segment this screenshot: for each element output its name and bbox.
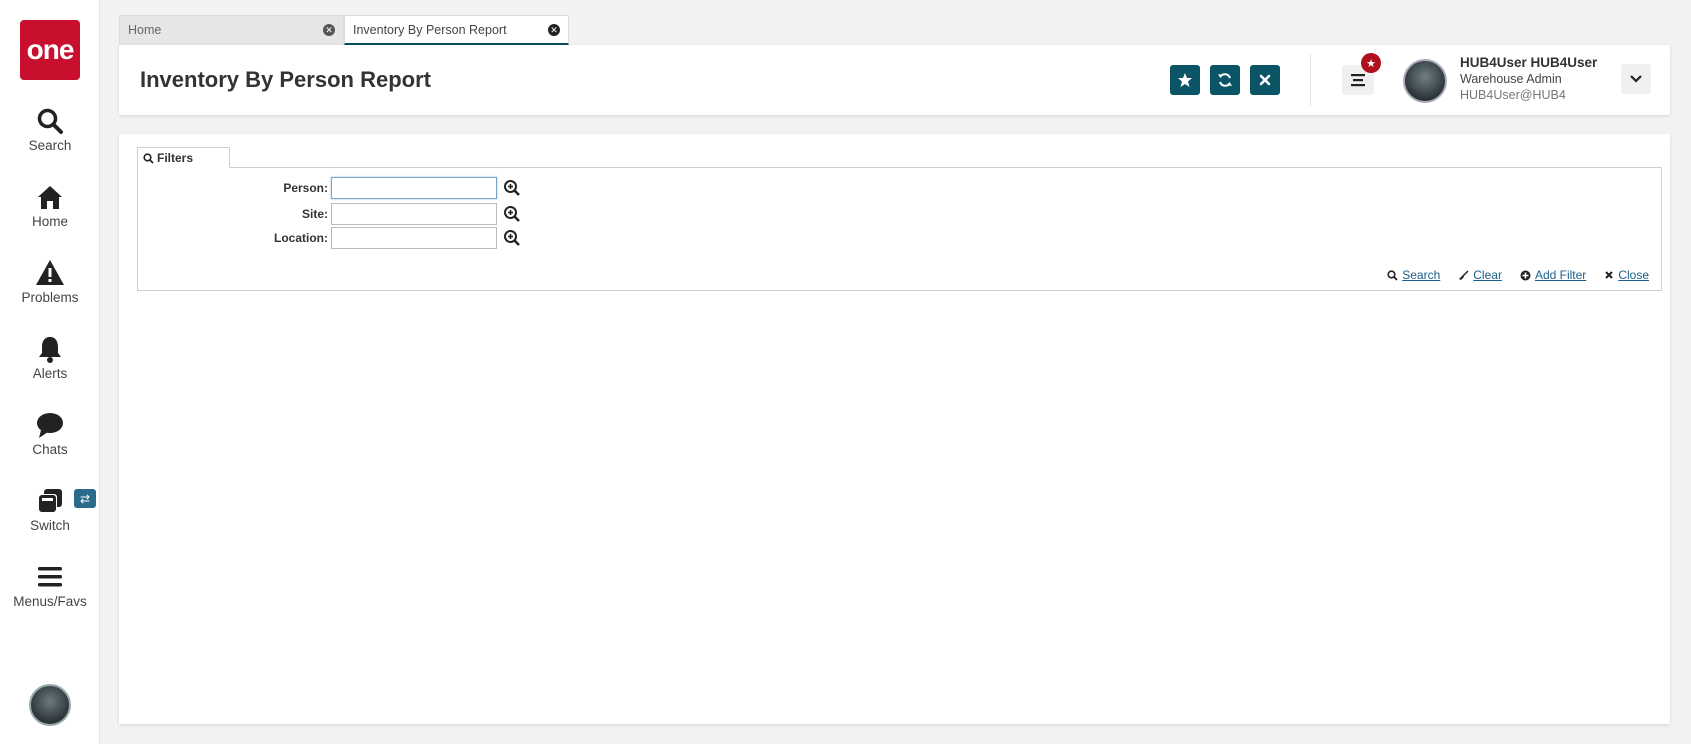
nav-label-search: Search [28, 138, 72, 153]
person-label: Person: [283, 181, 328, 195]
page-title: Inventory By Person Report [140, 67, 431, 92]
nav-label-menus-favs: Menus/Favs [13, 594, 87, 609]
location-input[interactable] [331, 227, 497, 249]
chat-icon [37, 413, 63, 438]
nav-label-home: Home [31, 214, 68, 229]
nav-label-chats: Chats [32, 442, 68, 457]
main-panel: Filters Person: Site: Location: Search C… [119, 134, 1670, 724]
nav-item-chats[interactable]: Chats [0, 410, 100, 472]
home-icon [38, 186, 62, 209]
filter-row-site: Site: [138, 203, 538, 227]
location-label: Location: [274, 231, 328, 245]
filters-panel: Person: Site: Location: Search Clear Add… [137, 167, 1662, 291]
favorites-badge-icon[interactable]: ★ [1361, 53, 1381, 73]
filter-row-location: Location: [138, 227, 538, 251]
refresh-button[interactable] [1210, 65, 1240, 95]
filter-close-link[interactable]: Close [1604, 268, 1649, 282]
filters-tab-label: Filters [157, 151, 194, 165]
app-logo[interactable]: one [20, 20, 80, 80]
search-icon [143, 153, 154, 164]
close-page-button[interactable] [1250, 65, 1280, 95]
nav-label-switch: Switch [30, 518, 70, 533]
close-tab-icon[interactable]: ✕ [323, 24, 335, 36]
nav-label-alerts: Alerts [32, 366, 68, 381]
zoom-in-lookup-icon[interactable] [503, 229, 521, 247]
filter-clear-link[interactable]: Clear [1458, 268, 1502, 282]
filter-row-person: Person: [138, 177, 538, 201]
tab-home-label: Home [128, 23, 162, 37]
close-icon [1605, 271, 1614, 279]
nav-item-alerts[interactable]: Alerts [0, 334, 100, 396]
warning-icon [36, 260, 64, 285]
filter-add-filter-label: Add Filter [1534, 268, 1587, 282]
person-input[interactable] [331, 177, 497, 199]
broom-icon [1459, 270, 1469, 280]
nav-label-problems: Problems [21, 290, 79, 305]
filter-close-label: Close [1618, 268, 1649, 282]
filter-actions: Search Clear Add Filter Close [1387, 268, 1649, 282]
nav-item-menus-favs[interactable]: Menus/Favs [0, 562, 100, 624]
user-role: Warehouse Admin [1460, 72, 1562, 86]
user-name: HUB4User HUB4User [1460, 55, 1598, 70]
site-label: Site: [301, 207, 328, 221]
list-icon [1351, 74, 1365, 87]
filter-add-filter-link[interactable]: Add Filter [1520, 268, 1586, 282]
left-nav: one Search Home Problems Alerts Chats Sw… [0, 0, 100, 744]
plus-circle-icon [1520, 270, 1531, 280]
filter-search-link[interactable]: Search [1387, 268, 1440, 282]
page-header: Inventory By Person Report ★ HUB4User HU… [119, 45, 1670, 115]
user-email: HUB4User@HUB4 [1460, 88, 1566, 102]
filter-clear-label: Clear [1473, 268, 1502, 282]
header-divider [1310, 54, 1311, 106]
filters-tab[interactable]: Filters [137, 147, 230, 168]
nav-item-search[interactable]: Search [0, 106, 100, 168]
refresh-icon [1218, 73, 1232, 87]
switch-arrows-icon[interactable]: ⇄ [74, 489, 96, 508]
tab-home[interactable]: Home ✕ [119, 15, 344, 45]
nav-item-home[interactable]: Home [0, 182, 100, 244]
search-icon [1387, 269, 1398, 281]
filter-search-label: Search [1402, 268, 1441, 282]
user-menu-dropdown[interactable] [1621, 64, 1651, 94]
tab-active-label: Inventory By Person Report [353, 23, 507, 37]
bell-icon [39, 337, 61, 363]
close-tab-icon[interactable]: ✕ [548, 24, 560, 36]
tab-bar: Home ✕ Inventory By Person Report ✕ [119, 15, 569, 45]
search-icon [37, 108, 63, 134]
nav-user-avatar[interactable] [29, 684, 71, 726]
nav-item-problems[interactable]: Problems [0, 258, 100, 320]
chevron-down-icon [1630, 75, 1642, 83]
favorite-button[interactable] [1170, 65, 1200, 95]
hamburger-icon [38, 567, 62, 587]
switch-icon [38, 489, 62, 513]
user-avatar[interactable] [1403, 59, 1447, 103]
tab-inventory-by-person-report[interactable]: Inventory By Person Report ✕ [344, 15, 569, 45]
close-icon [1259, 74, 1271, 86]
zoom-in-lookup-icon[interactable] [503, 205, 521, 223]
favorite-star-icon [1178, 73, 1192, 87]
zoom-in-lookup-icon[interactable] [503, 179, 521, 197]
site-input[interactable] [331, 203, 497, 225]
